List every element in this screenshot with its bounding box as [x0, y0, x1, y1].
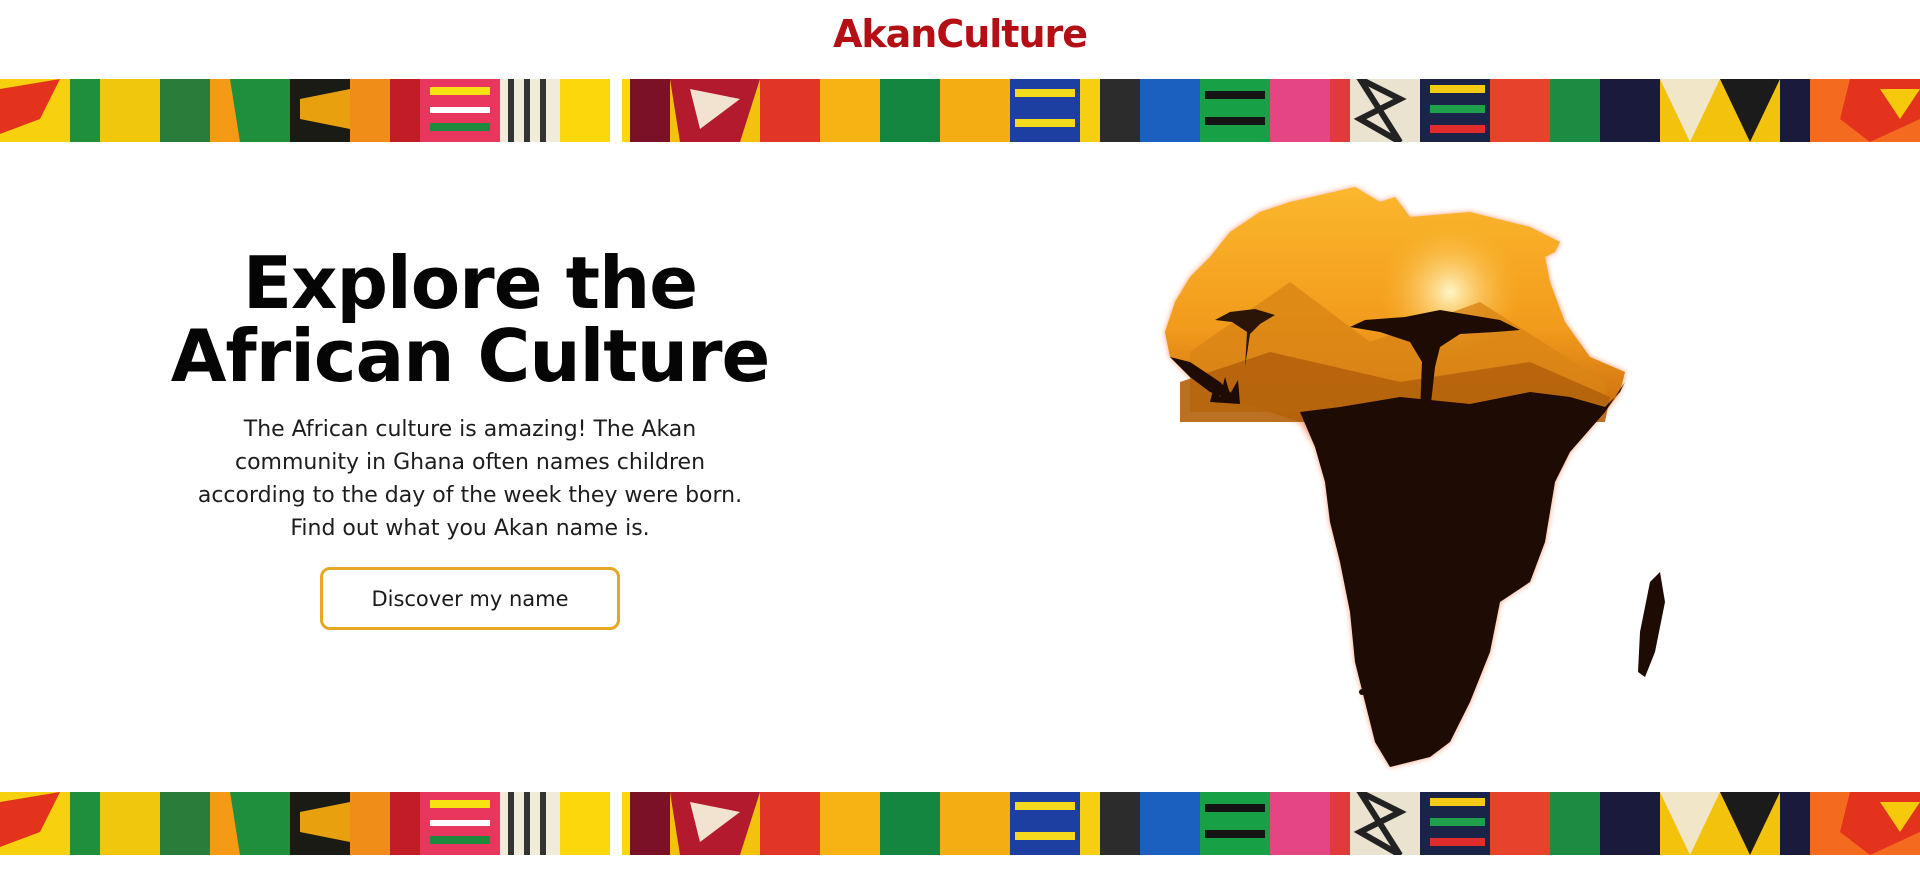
site-header: AkanCulture	[0, 0, 1920, 79]
site-logo[interactable]: AkanCulture	[833, 12, 1088, 68]
hero-title: Explore the African Culture	[170, 247, 771, 393]
hero-text-block: Explore the African Culture The African …	[170, 247, 770, 630]
kente-banner-bottom	[0, 792, 1920, 855]
hero-paragraph: The African culture is amazing! The Akan…	[197, 417, 743, 541]
hero-section: Explore the African Culture The African …	[0, 142, 1920, 792]
africa-sunset-map-icon	[1165, 187, 1665, 767]
discover-name-button[interactable]: Discover my name	[320, 567, 620, 630]
kente-pattern-icon	[0, 79, 1920, 142]
hero-title-line2: African Culture	[170, 314, 771, 398]
kente-pattern-icon	[0, 792, 1920, 855]
kente-banner-top	[0, 79, 1920, 142]
hero-title-line1: Explore the	[242, 241, 698, 325]
